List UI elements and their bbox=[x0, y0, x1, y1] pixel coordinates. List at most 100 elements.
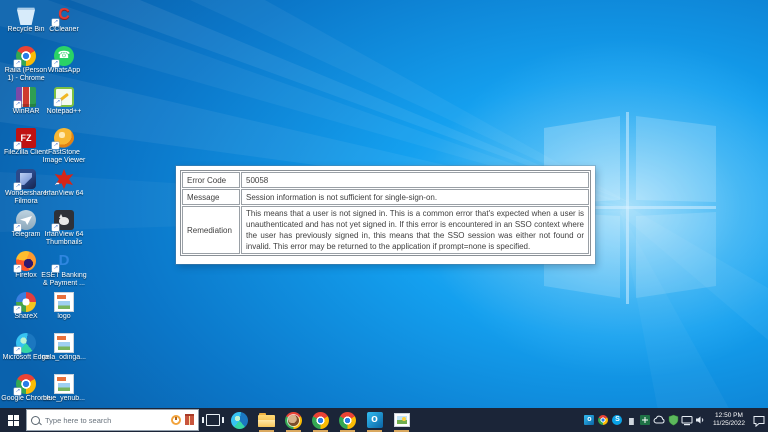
shortcut-arrow-icon bbox=[52, 19, 59, 26]
taskbar: 12:50 PM 11/25/2022 bbox=[0, 408, 768, 432]
tray-onedrive[interactable] bbox=[653, 411, 666, 429]
chrome-icon bbox=[16, 374, 36, 394]
irfanview-thumbnails-icon bbox=[54, 210, 74, 230]
error-code-label: Error Code bbox=[182, 172, 240, 188]
windows-logo-icon bbox=[8, 415, 19, 426]
chrome-icon bbox=[598, 415, 608, 425]
desktop-icon-irfanview[interactable]: IrfanView 64 bbox=[39, 169, 89, 210]
edge-icon bbox=[16, 333, 36, 353]
shortcut-arrow-icon bbox=[52, 60, 59, 67]
filezilla-icon bbox=[16, 128, 36, 148]
profile-avatar bbox=[288, 415, 299, 426]
taskbar-edge-button[interactable] bbox=[226, 408, 253, 432]
ccleaner-icon bbox=[54, 5, 74, 25]
taskbar-photo-viewer-button[interactable] bbox=[388, 408, 415, 432]
start-button[interactable] bbox=[0, 408, 26, 432]
whatsapp-icon bbox=[54, 46, 74, 66]
table-row: Error Code 50058 bbox=[182, 172, 589, 188]
recycle-bin-icon bbox=[16, 5, 36, 25]
shortcut-arrow-icon bbox=[14, 347, 21, 354]
action-center-button[interactable] bbox=[750, 408, 768, 432]
shortcut-arrow-icon bbox=[14, 265, 21, 272]
tray-volume[interactable] bbox=[695, 411, 708, 429]
taskbar-clock[interactable]: 12:50 PM 11/25/2022 bbox=[708, 412, 750, 428]
taskbar-task-view-button[interactable] bbox=[199, 408, 226, 432]
shortcut-arrow-icon bbox=[54, 99, 61, 106]
shortcut-arrow-icon bbox=[14, 183, 21, 190]
faststone-icon bbox=[54, 128, 74, 148]
outlook-icon bbox=[584, 415, 594, 425]
table-row: Message Session information is not suffi… bbox=[182, 189, 589, 205]
desktop-icon-logo-file[interactable]: logo bbox=[39, 292, 89, 333]
tray-skype[interactable] bbox=[611, 411, 624, 429]
desktop-icon-label: ESET Banking & Payment ... bbox=[39, 272, 89, 288]
desktop-icon-label: blue_yenub... bbox=[39, 395, 89, 403]
desktop-icon-raila-image-file[interactable]: raila_odinga... bbox=[39, 333, 89, 374]
shortcut-arrow-icon bbox=[52, 265, 59, 272]
shortcut-arrow-icon bbox=[14, 142, 21, 149]
tray-green-app[interactable] bbox=[639, 411, 652, 429]
image-file-icon bbox=[54, 292, 74, 312]
alarm-clock-icon bbox=[171, 415, 181, 425]
gift-icon bbox=[185, 416, 194, 425]
action-center-icon bbox=[752, 414, 766, 427]
message-value: Session information is not sufficient fo… bbox=[241, 189, 589, 205]
usb-device-icon bbox=[627, 415, 635, 425]
tray-usb-device[interactable] bbox=[625, 411, 638, 429]
shortcut-arrow-icon bbox=[14, 60, 21, 67]
desktop-icon-label: raila_odinga... bbox=[39, 354, 89, 362]
error-table-window: Error Code 50058 Message Session informa… bbox=[176, 166, 595, 264]
tray-network[interactable] bbox=[681, 411, 694, 429]
chrome-icon bbox=[312, 412, 329, 429]
taskbar-chrome-profile-2-button[interactable] bbox=[307, 408, 334, 432]
image-file-icon bbox=[54, 374, 74, 394]
taskbar-file-explorer-button[interactable] bbox=[253, 408, 280, 432]
desktop-icon-eset-banking[interactable]: ESET Banking & Payment ... bbox=[39, 251, 89, 292]
shortcut-arrow-icon bbox=[14, 306, 21, 313]
firefox-icon bbox=[16, 251, 36, 271]
taskbar-search[interactable] bbox=[26, 409, 199, 431]
desktop-icon-label: FastStone Image Viewer bbox=[39, 149, 89, 165]
winrar-icon bbox=[16, 87, 36, 107]
network-display-icon bbox=[681, 414, 693, 426]
remediation-value: This means that a user is not signed in.… bbox=[241, 206, 589, 254]
clock-time: 12:50 PM bbox=[713, 412, 745, 420]
skype-icon bbox=[612, 415, 622, 425]
file-explorer-icon bbox=[258, 415, 275, 427]
shortcut-arrow-icon bbox=[14, 388, 21, 395]
taskbar-chrome-profile-3-button[interactable] bbox=[334, 408, 361, 432]
desktop-icon-label: Notepad++ bbox=[39, 108, 89, 116]
desktop-icon-label: logo bbox=[39, 313, 89, 321]
app-grid-green-icon bbox=[640, 415, 650, 425]
onedrive-cloud-icon bbox=[653, 414, 666, 426]
shortcut-arrow-icon bbox=[14, 101, 21, 108]
photo-viewer-icon bbox=[394, 413, 410, 427]
desktop-icon-notepad-plus-plus[interactable]: Notepad++ bbox=[39, 87, 89, 128]
taskbar-outlook-button[interactable] bbox=[361, 408, 388, 432]
desktop-icon-label: IrfanView 64 Thumbnails bbox=[39, 231, 89, 247]
desktop-icon-faststone[interactable]: FastStone Image Viewer bbox=[39, 128, 89, 169]
filmora-icon bbox=[16, 169, 36, 189]
tray-outlook[interactable] bbox=[583, 411, 596, 429]
chrome-icon bbox=[285, 412, 302, 429]
system-tray bbox=[583, 411, 708, 429]
irfanview-icon bbox=[54, 169, 74, 189]
tray-security-shield[interactable] bbox=[667, 411, 680, 429]
desktop-icon-whatsapp[interactable]: WhatsApp bbox=[39, 46, 89, 87]
edge-icon bbox=[231, 412, 248, 429]
error-table: Error Code 50058 Message Session informa… bbox=[180, 170, 591, 256]
volume-icon bbox=[695, 414, 707, 426]
error-code-value: 50058 bbox=[241, 172, 589, 188]
task-view-icon bbox=[206, 414, 220, 426]
sharex-icon bbox=[16, 292, 36, 312]
desktop-icon-label: WhatsApp bbox=[39, 67, 89, 75]
tray-chrome[interactable] bbox=[597, 411, 610, 429]
taskbar-chrome-profile-1-button[interactable] bbox=[280, 408, 307, 432]
clock-date: 11/25/2022 bbox=[713, 420, 745, 428]
shortcut-arrow-icon bbox=[52, 183, 59, 190]
shortcut-arrow-icon bbox=[14, 224, 21, 231]
desktop-icon-ccleaner[interactable]: CCleaner bbox=[39, 5, 89, 46]
desktop-icon-irfanview-thumbnails[interactable]: IrfanView 64 Thumbnails bbox=[39, 210, 89, 251]
desktop-icon-label: IrfanView 64 bbox=[39, 190, 89, 198]
search-input[interactable] bbox=[43, 415, 168, 426]
